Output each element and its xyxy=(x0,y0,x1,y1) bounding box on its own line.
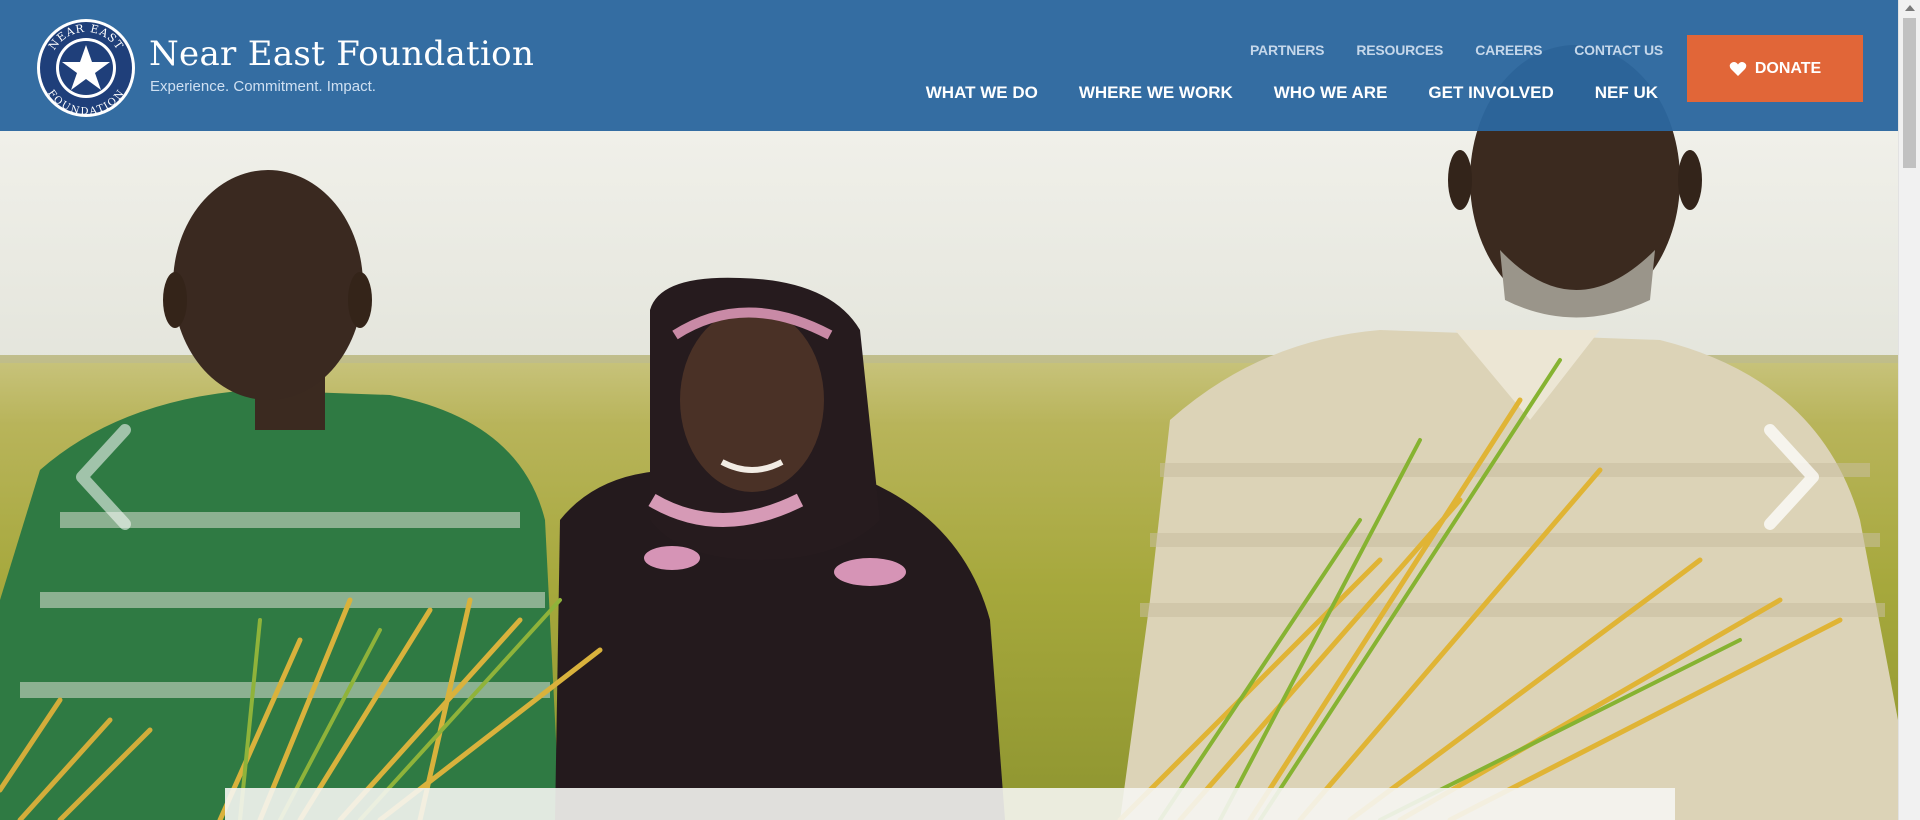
util-nav-careers[interactable]: CAREERS xyxy=(1475,42,1542,58)
chevron-right-icon[interactable] xyxy=(1755,422,1825,532)
near-east-foundation-seal-logo[interactable]: NEAR EAST FOUNDATION xyxy=(36,18,136,118)
nav-where-we-work[interactable]: WHERE WE WORK xyxy=(1079,83,1233,103)
scroll-up-arrow-icon[interactable] xyxy=(1905,5,1915,11)
nav-get-involved[interactable]: GET INVOLVED xyxy=(1428,83,1553,103)
brand-name[interactable]: Near East Foundation xyxy=(149,34,534,74)
brand-tagline: Experience. Commitment. Impact. xyxy=(150,78,376,95)
donate-label: DONATE xyxy=(1754,59,1822,77)
util-nav-resources[interactable]: RESOURCES xyxy=(1356,42,1443,58)
util-nav-partners[interactable]: PARTNERS xyxy=(1250,42,1325,58)
main-nav: WHAT WE DO WHERE WE WORK WHO WE ARE GET … xyxy=(885,83,1658,103)
nav-nef-uk[interactable]: NEF UK xyxy=(1595,83,1658,103)
chevron-left-icon[interactable] xyxy=(70,422,140,532)
site-header: NEAR EAST FOUNDATION Near East Foundatio… xyxy=(0,0,1898,131)
util-nav-contact-us[interactable]: CONTACT US xyxy=(1574,42,1663,58)
page: NEAR EAST FOUNDATION Near East Foundatio… xyxy=(0,0,1920,820)
heart-icon xyxy=(1729,61,1747,76)
hero-caption-panel xyxy=(225,788,1675,820)
scrollbar-thumb[interactable] xyxy=(1903,18,1916,168)
vertical-scrollbar[interactable] xyxy=(1898,0,1920,820)
nav-who-we-are[interactable]: WHO WE ARE xyxy=(1274,83,1388,103)
donate-button[interactable]: DONATE xyxy=(1687,35,1863,102)
utility-nav: PARTNERS RESOURCES CAREERS CONTACT US xyxy=(1218,42,1663,58)
nav-what-we-do[interactable]: WHAT WE DO xyxy=(926,83,1038,103)
